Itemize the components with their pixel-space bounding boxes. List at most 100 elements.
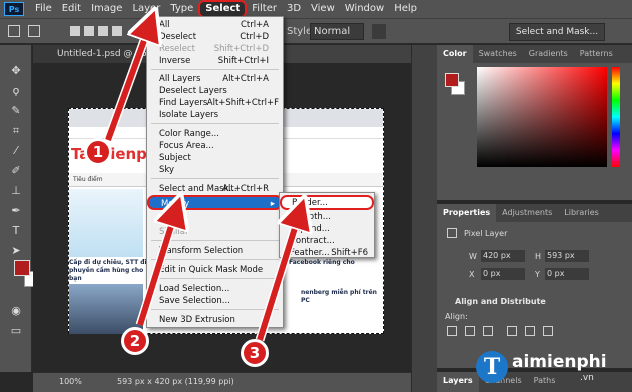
new-selection-icon[interactable]: [70, 26, 80, 36]
width-input[interactable]: 420 px: [481, 250, 525, 262]
home-icon[interactable]: [8, 25, 20, 37]
path-select-tool-icon[interactable]: ➤: [10, 245, 22, 257]
tab-properties[interactable]: Properties: [437, 204, 497, 222]
crop-tool-icon[interactable]: ⌗: [10, 125, 22, 137]
h-label: H: [535, 252, 542, 261]
quick-select-tool-icon[interactable]: ✎: [10, 105, 22, 117]
hue-slider[interactable]: [612, 67, 620, 167]
intersect-selection-icon[interactable]: [112, 26, 122, 36]
submenu-item-expand[interactable]: Expand...: [280, 223, 374, 235]
tools-panel: ✥ ϙ ✎ ⌗ ⁄ ✐ ⊥ ✒ T ➤ ◉ ▭: [0, 45, 40, 372]
menu-3d[interactable]: 3D: [282, 0, 306, 18]
menu-edit[interactable]: Edit: [57, 0, 86, 18]
pen-tool-icon[interactable]: ✒: [10, 205, 22, 217]
watermark-name: aimienphi: [512, 352, 607, 372]
zoom-level[interactable]: 100%: [59, 373, 82, 391]
menu-item-all[interactable]: All Ctrl+A: [147, 19, 283, 31]
align-bottom-icon[interactable]: [543, 326, 553, 336]
submenu-item-feather[interactable]: Feather... Shift+F6: [280, 247, 374, 259]
tab-gradients[interactable]: Gradients: [523, 45, 574, 63]
menu-item-quick-mask[interactable]: Edit in Quick Mask Mode: [147, 264, 283, 276]
type-tool-icon[interactable]: T: [10, 225, 22, 237]
screen-mode-icon[interactable]: ▭: [10, 325, 22, 337]
watermark: T aimienphi .vn: [476, 348, 626, 388]
tab-swatches[interactable]: Swatches: [473, 45, 523, 63]
align-top-icon[interactable]: [507, 326, 517, 336]
menu-item-new-3d-extrusion[interactable]: New 3D Extrusion: [147, 314, 283, 326]
submenu-item-smooth[interactable]: Smooth...: [280, 211, 374, 223]
menu-item-grow[interactable]: Grow: [147, 214, 283, 226]
menu-item-transform-selection[interactable]: Transform Selection: [147, 245, 283, 257]
brush-tool-icon[interactable]: ✐: [10, 165, 22, 177]
foreground-color-chip[interactable]: [445, 73, 459, 87]
marquee-tool-icon[interactable]: [28, 25, 40, 37]
modify-submenu: Border... Smooth... Expand... Contract..…: [279, 192, 375, 258]
menu-item-sky[interactable]: Sky: [147, 164, 283, 176]
align-left-icon[interactable]: [447, 326, 457, 336]
menu-item-similar[interactable]: Similar: [147, 226, 283, 238]
menu-item-reselect[interactable]: Reselect Shift+Ctrl+D: [147, 43, 283, 55]
align-section-title[interactable]: Align and Distribute: [455, 297, 546, 306]
y-input[interactable]: 0 px: [545, 268, 589, 280]
select-and-mask-button[interactable]: Select and Mask...: [509, 23, 605, 41]
foreground-color-swatch[interactable]: [14, 260, 30, 276]
menu-window[interactable]: Window: [340, 0, 389, 18]
watermark-logo: T: [476, 351, 508, 383]
submenu-item-contract[interactable]: Contract...: [280, 235, 374, 247]
menu-item-deselect-layers[interactable]: Deselect Layers: [147, 85, 283, 97]
tab-libraries[interactable]: Libraries: [558, 204, 605, 222]
callout-3: 3: [241, 339, 269, 367]
quick-mask-icon[interactable]: ◉: [10, 305, 22, 317]
w-label: W: [469, 252, 477, 261]
article-title: Facebook riêng cho: [289, 259, 355, 266]
subtract-selection-icon[interactable]: [98, 26, 108, 36]
menu-item-find-layers[interactable]: Find Layers Alt+Shift+Ctrl+F: [147, 97, 283, 109]
properties-panel: Properties Adjustments Libraries Pixel L…: [437, 204, 632, 368]
move-tool-icon[interactable]: ✥: [10, 65, 22, 77]
x-input[interactable]: 0 px: [481, 268, 525, 280]
menu-item-modify[interactable]: Modify ▸: [147, 195, 283, 210]
align-right-icon[interactable]: [483, 326, 493, 336]
tab-patterns[interactable]: Patterns: [574, 45, 619, 63]
stamp-tool-icon[interactable]: ⊥: [10, 185, 22, 197]
height-input[interactable]: 593 px: [545, 250, 589, 262]
pixel-layer-icon: [447, 228, 457, 238]
menu-item-focus-area[interactable]: Focus Area...: [147, 140, 283, 152]
menu-item-inverse[interactable]: Inverse Shift+Ctrl+I: [147, 55, 283, 67]
style-select[interactable]: Normal: [310, 23, 364, 40]
x-label: X: [469, 270, 475, 279]
menu-file[interactable]: File: [30, 0, 57, 18]
add-selection-icon[interactable]: [84, 26, 94, 36]
menu-item-load-selection[interactable]: Load Selection...: [147, 283, 283, 295]
menu-bar: Ps File Edit Image Layer Type Select Fil…: [0, 0, 632, 18]
menu-item-subject[interactable]: Subject: [147, 152, 283, 164]
menu-image[interactable]: Image: [86, 0, 127, 18]
callout-2: 2: [121, 327, 149, 355]
options-bar: Style: Normal Select and Mask...: [0, 18, 632, 44]
tab-adjustments[interactable]: Adjustments: [496, 204, 558, 222]
menu-item-isolate-layers[interactable]: Isolate Layers: [147, 109, 283, 121]
menu-view[interactable]: View: [306, 0, 340, 18]
align-center-icon[interactable]: [465, 326, 475, 336]
tab-layers[interactable]: Layers: [437, 372, 479, 392]
color-picker-field[interactable]: [477, 67, 607, 167]
align-label: Align:: [445, 312, 468, 321]
menu-separator: [151, 123, 279, 124]
align-middle-icon[interactable]: [525, 326, 535, 336]
lasso-tool-icon[interactable]: ϙ: [10, 85, 22, 97]
y-label: Y: [535, 270, 540, 279]
menu-item-color-range[interactable]: Color Range...: [147, 128, 283, 140]
color-panel: Color Swatches Gradients Patterns: [437, 45, 632, 200]
submenu-item-border[interactable]: Border...: [280, 195, 374, 210]
menu-separator: [151, 259, 279, 260]
menu-item-all-layers[interactable]: All Layers Alt+Ctrl+A: [147, 73, 283, 85]
width-field[interactable]: [372, 24, 386, 39]
eyedropper-tool-icon[interactable]: ⁄: [10, 145, 22, 157]
menu-item-deselect[interactable]: Deselect Ctrl+D: [147, 31, 283, 43]
menu-item-save-selection[interactable]: Save Selection...: [147, 295, 283, 307]
menu-help[interactable]: Help: [389, 0, 422, 18]
menu-item-select-and-mask[interactable]: Select and Mask... Alt+Ctrl+R: [147, 183, 283, 195]
tab-color[interactable]: Color: [437, 45, 473, 63]
menu-separator: [151, 178, 279, 179]
article-thumbnail: [69, 189, 143, 257]
